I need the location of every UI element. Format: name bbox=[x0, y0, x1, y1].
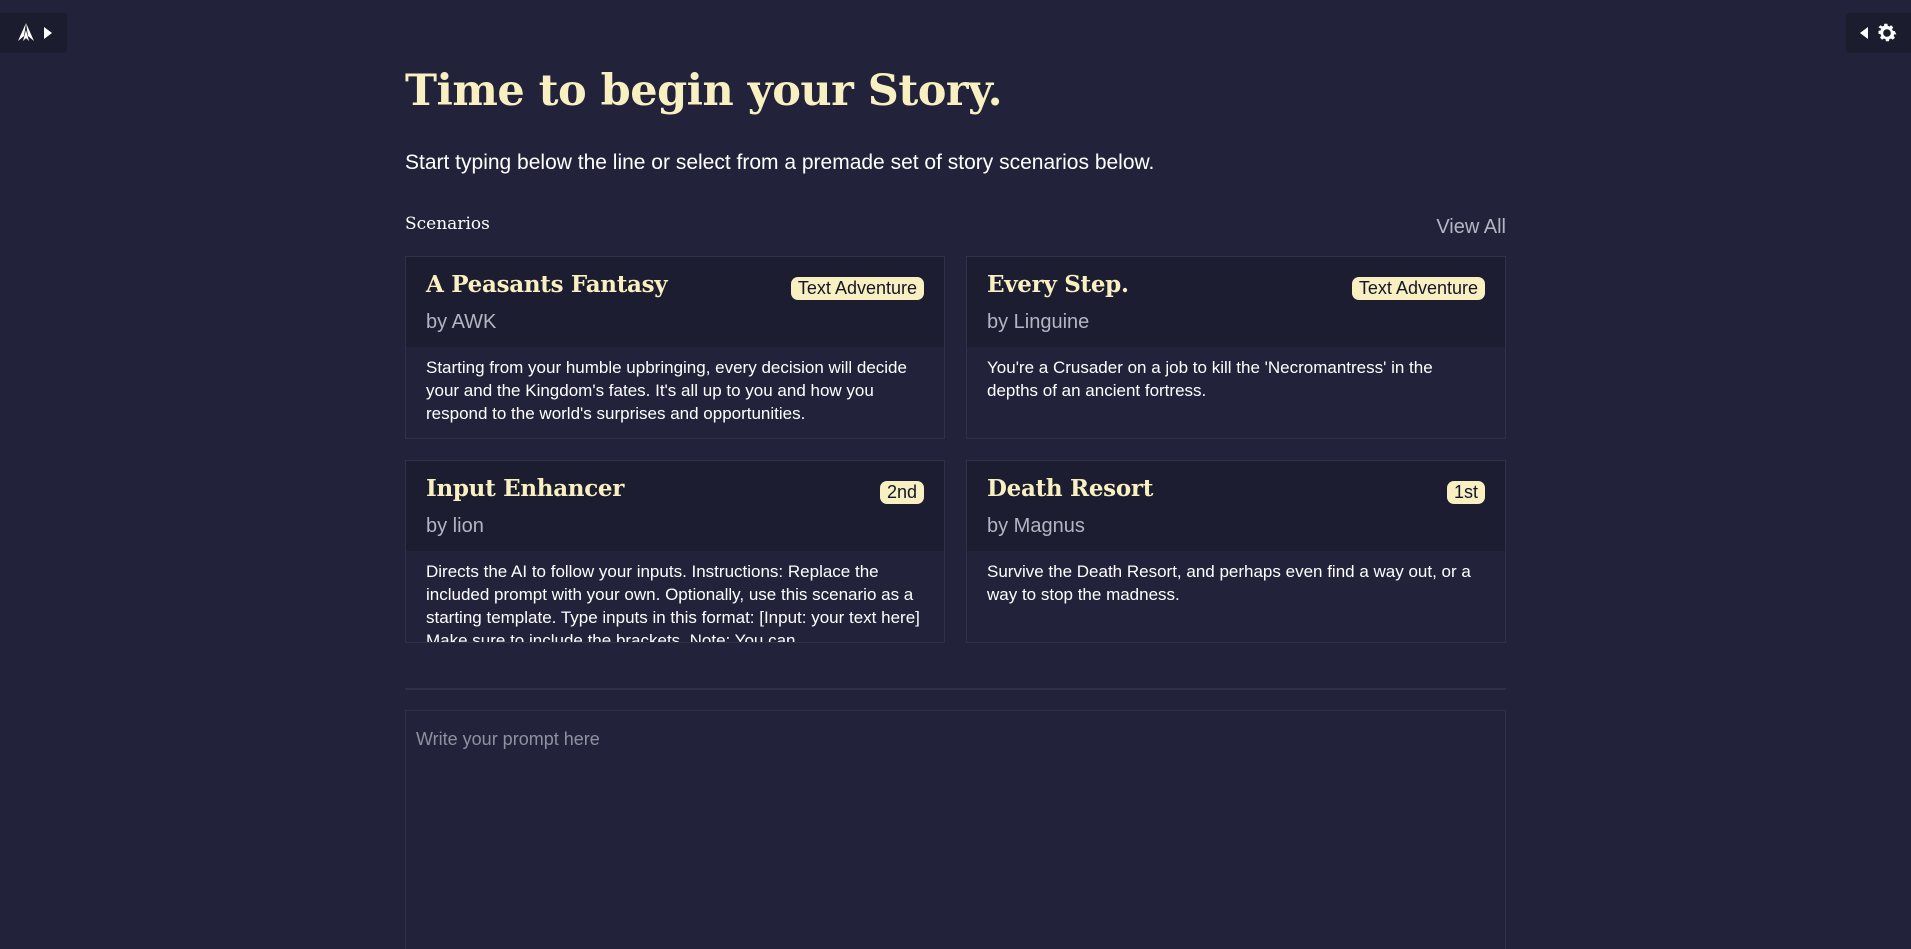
scenario-card[interactable]: Input Enhancer 2nd by lion Directs the A… bbox=[405, 460, 945, 643]
scenario-description: Survive the Death Resort, and perhaps ev… bbox=[987, 562, 1471, 604]
scenario-badge: Text Adventure bbox=[790, 277, 924, 300]
scenario-description: Directs the AI to follow your inputs. In… bbox=[426, 562, 920, 643]
logo-icon bbox=[15, 22, 37, 44]
scenarios-header: Scenarios View All bbox=[405, 212, 1506, 242]
scenario-card[interactable]: Death Resort 1st by Magnus Survive the D… bbox=[966, 460, 1506, 643]
scenario-card[interactable]: A Peasants Fantasy Text Adventure by AWK… bbox=[405, 256, 945, 439]
scenario-title: Every Step. bbox=[987, 271, 1129, 298]
scenario-description: Starting from your humble upbringing, ev… bbox=[426, 358, 907, 423]
page-title: Time to begin your Story. bbox=[405, 66, 1003, 116]
scenario-description: You're a Crusader on a job to kill the '… bbox=[987, 358, 1433, 400]
page-subtitle: Start typing below the line or select fr… bbox=[405, 151, 1155, 174]
scenario-badge: 1st bbox=[1446, 481, 1485, 504]
gear-icon bbox=[1875, 21, 1899, 45]
scenario-card-header: A Peasants Fantasy Text Adventure by AWK bbox=[406, 257, 944, 347]
section-divider bbox=[405, 688, 1506, 690]
scenario-title: Input Enhancer bbox=[426, 475, 625, 502]
scenario-title: A Peasants Fantasy bbox=[426, 271, 668, 298]
scenario-author: by Linguine bbox=[987, 311, 1090, 333]
view-all-link[interactable]: View All bbox=[1436, 216, 1506, 239]
scenario-card-header: Every Step. Text Adventure by Linguine bbox=[967, 257, 1505, 347]
scenario-author: by AWK bbox=[426, 311, 497, 333]
scenario-card[interactable]: Every Step. Text Adventure by Linguine Y… bbox=[966, 256, 1506, 439]
settings-sidebar-toggle-button[interactable] bbox=[1846, 13, 1911, 53]
left-sidebar-toggle-button[interactable] bbox=[0, 13, 67, 53]
scenario-author: by Magnus bbox=[987, 515, 1085, 537]
caret-left-icon bbox=[1859, 26, 1869, 40]
prompt-input[interactable] bbox=[405, 710, 1506, 949]
scenario-badge: 2nd bbox=[879, 481, 924, 504]
scenario-card-header: Death Resort 1st by Magnus bbox=[967, 461, 1505, 551]
scenario-badge: Text Adventure bbox=[1351, 277, 1485, 300]
scenario-card-header: Input Enhancer 2nd by lion bbox=[406, 461, 944, 551]
scenario-title: Death Resort bbox=[987, 475, 1154, 502]
scenarios-label: Scenarios bbox=[405, 214, 490, 234]
scenario-author: by lion bbox=[426, 515, 484, 537]
caret-right-icon bbox=[43, 26, 53, 40]
scenario-grid: A Peasants Fantasy Text Adventure by AWK… bbox=[405, 256, 1506, 643]
